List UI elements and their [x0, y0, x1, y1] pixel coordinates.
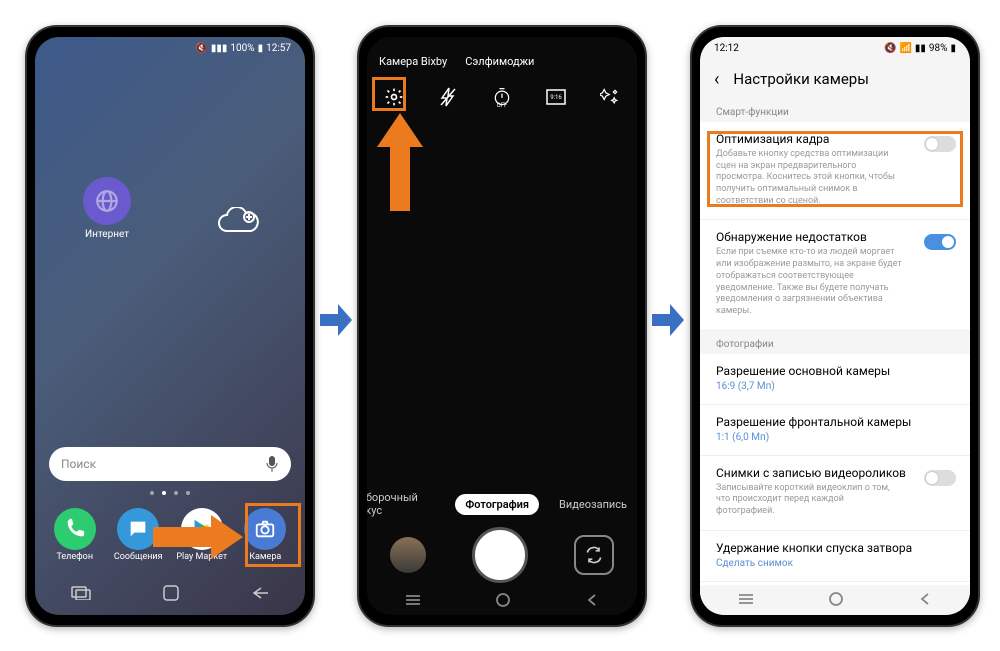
section-smart: Смарт-функции: [700, 99, 970, 122]
wifi-icon: 📶: [899, 43, 911, 54]
camera-screen: Камера Bixby Сэлфимоджи OFF 9:16 выбороч…: [367, 37, 637, 615]
camera-modes: выборочный фокус Фотография Видеозапись: [367, 489, 637, 519]
section-photos: Фотографии: [700, 331, 970, 354]
recents-icon[interactable]: [71, 586, 91, 600]
clock: 12:12: [714, 43, 739, 54]
recents-icon[interactable]: [738, 593, 754, 605]
tab-bixby[interactable]: Камера Bixby: [379, 55, 447, 68]
back-icon[interactable]: [251, 586, 269, 600]
settings-screen: 12:12 🔇 📶 ▮▮ 98% ▮ ‹ Настройки камеры См…: [700, 37, 970, 615]
nav-bar: [367, 589, 637, 611]
battery-text: 98%: [929, 43, 948, 54]
home-screen: 🔇 ▮▮▮ 100% ▮ 12:57 Интернет Поиск Телефо…: [35, 37, 305, 615]
camera-toolbar: OFF 9:16: [367, 79, 637, 115]
status-bar: 12:12 🔇 📶 ▮▮ 98% ▮: [700, 37, 970, 59]
vibrate-icon: 🔇: [195, 43, 207, 54]
row-res-main[interactable]: Разрешение основной камеры 16:9 (3,7 Мп): [700, 354, 970, 405]
vibrate-icon: 🔇: [884, 43, 896, 54]
dock-phone[interactable]: Телефон: [48, 508, 102, 562]
mode-photo[interactable]: Фотография: [455, 494, 539, 515]
internet-app-label: Интернет: [63, 229, 151, 240]
battery-icon: ▮: [950, 43, 956, 54]
mode-video[interactable]: Видеозапись: [549, 494, 637, 515]
switch-camera-icon[interactable]: [574, 535, 614, 575]
signal-icon: ▮▮: [915, 43, 926, 54]
effects-icon[interactable]: [596, 83, 624, 111]
cloud-widget[interactable]: [215, 207, 263, 237]
toggle-video-clip[interactable]: [924, 470, 956, 486]
recents-icon[interactable]: [405, 594, 421, 606]
clock: 12:57: [266, 43, 291, 54]
toggle-defects[interactable]: [924, 234, 956, 250]
row-video-clip[interactable]: Снимки с записью видеороликов Записывайт…: [700, 456, 970, 531]
battery-icon: ▮: [258, 43, 264, 54]
arrow-to-camera: [153, 515, 245, 559]
highlight-settings: [372, 77, 406, 111]
home-icon[interactable]: [496, 593, 510, 607]
camera-bottom: [367, 525, 637, 585]
highlight-camera: [245, 503, 301, 567]
nav-bar: [700, 587, 970, 611]
camera-tabs: Камера Bixby Сэлфимоджи: [379, 55, 534, 68]
tab-selfimoji[interactable]: Сэлфимоджи: [465, 55, 534, 68]
search-placeholder: Поиск: [61, 457, 265, 471]
back-icon[interactable]: ‹: [714, 69, 719, 90]
mic-icon[interactable]: [265, 455, 279, 473]
back-icon[interactable]: [918, 592, 932, 606]
internet-app-icon[interactable]: [83, 177, 131, 225]
page-dots: [35, 491, 305, 495]
flow-arrow-2: [650, 300, 686, 340]
timer-icon[interactable]: OFF: [488, 83, 516, 111]
shutter-button[interactable]: [472, 527, 528, 583]
battery-text: 100%: [230, 43, 254, 54]
ratio-icon[interactable]: 9:16: [542, 83, 570, 111]
phone-settings: 12:12 🔇 📶 ▮▮ 98% ▮ ‹ Настройки камеры См…: [690, 25, 980, 627]
flash-icon[interactable]: [434, 83, 462, 111]
gallery-thumbnail[interactable]: [390, 537, 426, 573]
row-res-front[interactable]: Разрешение фронтальной камеры 1:1 (6,0 М…: [700, 405, 970, 456]
arrow-to-settings: [377, 113, 423, 211]
row-hold-shutter[interactable]: Удержание кнопки спуска затвора Сделать …: [700, 531, 970, 582]
row-defects[interactable]: Обнаружение недостатков Если при съемке …: [700, 220, 970, 330]
flow-arrow-1: [318, 300, 354, 340]
signal-icon: ▮▮▮: [211, 43, 228, 54]
mode-focus[interactable]: выборочный фокус: [367, 487, 445, 521]
phone-home: 🔇 ▮▮▮ 100% ▮ 12:57 Интернет Поиск Телефо…: [25, 25, 315, 627]
row-save-params[interactable]: Параметры сохранения Выберите формат сох…: [700, 582, 970, 585]
page-title: Настройки камеры: [733, 70, 868, 88]
settings-header: ‹ Настройки камеры: [700, 59, 970, 99]
nav-bar: [35, 579, 305, 607]
home-icon[interactable]: [829, 592, 843, 606]
status-bar: 🔇 ▮▮▮ 100% ▮ 12:57: [35, 37, 305, 59]
home-icon[interactable]: [163, 585, 179, 601]
highlight-optimization: [707, 131, 963, 207]
search-bar[interactable]: Поиск: [49, 447, 291, 481]
phone-camera: Камера Bixby Сэлфимоджи OFF 9:16 выбороч…: [357, 25, 647, 627]
back-icon[interactable]: [585, 593, 599, 607]
